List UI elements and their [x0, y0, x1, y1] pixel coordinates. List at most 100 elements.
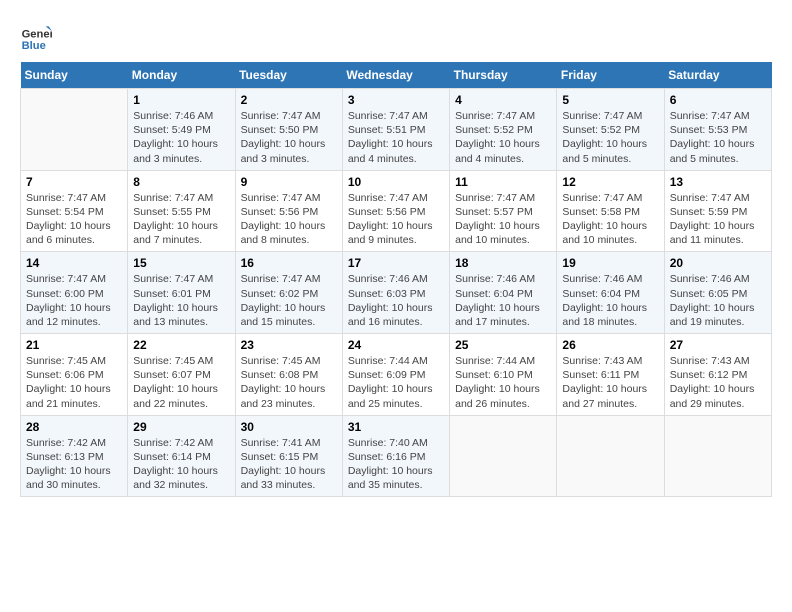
day-number: 21	[26, 338, 122, 352]
calendar-cell: 29 Sunrise: 7:42 AM Sunset: 6:14 PM Dayli…	[128, 415, 235, 497]
calendar-cell: 14 Sunrise: 7:47 AM Sunset: 6:00 PM Dayli…	[21, 252, 128, 334]
day-info: Sunrise: 7:47 AM Sunset: 5:55 PM Dayligh…	[133, 191, 229, 248]
calendar-week-row: 21 Sunrise: 7:45 AM Sunset: 6:06 PM Dayli…	[21, 334, 772, 416]
day-number: 20	[670, 256, 766, 270]
calendar-cell: 4 Sunrise: 7:47 AM Sunset: 5:52 PM Daylig…	[450, 89, 557, 171]
calendar-cell: 10 Sunrise: 7:47 AM Sunset: 5:56 PM Dayli…	[342, 170, 449, 252]
day-number: 31	[348, 420, 444, 434]
day-number: 6	[670, 93, 766, 107]
calendar-cell: 2 Sunrise: 7:47 AM Sunset: 5:50 PM Daylig…	[235, 89, 342, 171]
weekday-header-row: SundayMondayTuesdayWednesdayThursdayFrid…	[21, 62, 772, 89]
day-number: 8	[133, 175, 229, 189]
calendar-cell: 25Sunrise: 7:44 AM Sunset: 6:10 PM Dayli…	[450, 334, 557, 416]
day-info: Sunrise: 7:42 AM Sunset: 6:13 PM Dayligh…	[26, 436, 122, 493]
day-number: 7	[26, 175, 122, 189]
day-number: 5	[562, 93, 658, 107]
weekday-header-sunday: Sunday	[21, 62, 128, 89]
day-number: 17	[348, 256, 444, 270]
day-number: 29	[133, 420, 229, 434]
calendar-cell: 15Sunrise: 7:47 AM Sunset: 6:01 PM Dayli…	[128, 252, 235, 334]
day-info: Sunrise: 7:45 AM Sunset: 6:07 PM Dayligh…	[133, 354, 229, 411]
calendar-cell: 23Sunrise: 7:45 AM Sunset: 6:08 PM Dayli…	[235, 334, 342, 416]
day-number: 19	[562, 256, 658, 270]
calendar-week-row: 14 Sunrise: 7:47 AM Sunset: 6:00 PM Dayli…	[21, 252, 772, 334]
day-info: Sunrise: 7:46 AM Sunset: 6:04 PM Dayligh…	[562, 272, 658, 329]
weekday-header-friday: Friday	[557, 62, 664, 89]
weekday-header-tuesday: Tuesday	[235, 62, 342, 89]
day-number: 12	[562, 175, 658, 189]
day-number: 9	[241, 175, 337, 189]
day-info: Sunrise: 7:47 AM Sunset: 5:56 PM Dayligh…	[241, 191, 337, 248]
calendar-week-row: 1 Sunrise: 7:46 AM Sunset: 5:49 PM Daylig…	[21, 89, 772, 171]
day-number: 30	[241, 420, 337, 434]
day-number: 1	[133, 93, 229, 107]
calendar-cell: 1 Sunrise: 7:46 AM Sunset: 5:49 PM Daylig…	[128, 89, 235, 171]
day-number: 16	[241, 256, 337, 270]
calendar-cell: 24 Sunrise: 7:44 AM Sunset: 6:09 PM Dayli…	[342, 334, 449, 416]
calendar-cell: 12 Sunrise: 7:47 AM Sunset: 5:58 PM Dayli…	[557, 170, 664, 252]
calendar-cell: 7 Sunrise: 7:47 AM Sunset: 5:54 PM Daylig…	[21, 170, 128, 252]
day-info: Sunrise: 7:47 AM Sunset: 6:00 PM Dayligh…	[26, 272, 122, 329]
logo-icon: General Blue	[20, 20, 52, 52]
day-info: Sunrise: 7:42 AM Sunset: 6:14 PM Dayligh…	[133, 436, 229, 493]
day-info: Sunrise: 7:45 AM Sunset: 6:06 PM Dayligh…	[26, 354, 122, 411]
calendar-cell: 13Sunrise: 7:47 AM Sunset: 5:59 PM Dayli…	[664, 170, 771, 252]
day-info: Sunrise: 7:47 AM Sunset: 5:56 PM Dayligh…	[348, 191, 444, 248]
day-number: 13	[670, 175, 766, 189]
weekday-header-wednesday: Wednesday	[342, 62, 449, 89]
day-info: Sunrise: 7:41 AM Sunset: 6:15 PM Dayligh…	[241, 436, 337, 493]
day-info: Sunrise: 7:46 AM Sunset: 5:49 PM Dayligh…	[133, 109, 229, 166]
day-info: Sunrise: 7:47 AM Sunset: 5:58 PM Dayligh…	[562, 191, 658, 248]
calendar-week-row: 28Sunrise: 7:42 AM Sunset: 6:13 PM Dayli…	[21, 415, 772, 497]
day-info: Sunrise: 7:47 AM Sunset: 5:57 PM Dayligh…	[455, 191, 551, 248]
calendar-cell: 22 Sunrise: 7:45 AM Sunset: 6:07 PM Dayli…	[128, 334, 235, 416]
day-info: Sunrise: 7:47 AM Sunset: 5:51 PM Dayligh…	[348, 109, 444, 166]
calendar-cell	[450, 415, 557, 497]
day-info: Sunrise: 7:47 AM Sunset: 5:53 PM Dayligh…	[670, 109, 766, 166]
calendar-cell: 26Sunrise: 7:43 AM Sunset: 6:11 PM Dayli…	[557, 334, 664, 416]
calendar-cell: 5 Sunrise: 7:47 AM Sunset: 5:52 PM Daylig…	[557, 89, 664, 171]
day-number: 27	[670, 338, 766, 352]
day-info: Sunrise: 7:43 AM Sunset: 6:12 PM Dayligh…	[670, 354, 766, 411]
calendar-cell: 18Sunrise: 7:46 AM Sunset: 6:04 PM Dayli…	[450, 252, 557, 334]
svg-text:General: General	[22, 29, 52, 41]
calendar-cell: 17 Sunrise: 7:46 AM Sunset: 6:03 PM Dayli…	[342, 252, 449, 334]
calendar-cell: 11Sunrise: 7:47 AM Sunset: 5:57 PM Dayli…	[450, 170, 557, 252]
day-info: Sunrise: 7:40 AM Sunset: 6:16 PM Dayligh…	[348, 436, 444, 493]
day-number: 2	[241, 93, 337, 107]
day-info: Sunrise: 7:45 AM Sunset: 6:08 PM Dayligh…	[241, 354, 337, 411]
weekday-header-monday: Monday	[128, 62, 235, 89]
day-info: Sunrise: 7:47 AM Sunset: 6:02 PM Dayligh…	[241, 272, 337, 329]
weekday-header-saturday: Saturday	[664, 62, 771, 89]
day-number: 10	[348, 175, 444, 189]
day-info: Sunrise: 7:47 AM Sunset: 5:52 PM Dayligh…	[562, 109, 658, 166]
calendar-cell: 8 Sunrise: 7:47 AM Sunset: 5:55 PM Daylig…	[128, 170, 235, 252]
calendar-cell: 9 Sunrise: 7:47 AM Sunset: 5:56 PM Daylig…	[235, 170, 342, 252]
calendar-cell	[557, 415, 664, 497]
day-number: 4	[455, 93, 551, 107]
calendar-cell: 31 Sunrise: 7:40 AM Sunset: 6:16 PM Dayli…	[342, 415, 449, 497]
day-number: 3	[348, 93, 444, 107]
day-info: Sunrise: 7:46 AM Sunset: 6:05 PM Dayligh…	[670, 272, 766, 329]
day-info: Sunrise: 7:44 AM Sunset: 6:09 PM Dayligh…	[348, 354, 444, 411]
day-number: 14	[26, 256, 122, 270]
day-number: 25	[455, 338, 551, 352]
day-info: Sunrise: 7:47 AM Sunset: 5:50 PM Dayligh…	[241, 109, 337, 166]
calendar-cell: 3 Sunrise: 7:47 AM Sunset: 5:51 PM Daylig…	[342, 89, 449, 171]
day-info: Sunrise: 7:46 AM Sunset: 6:04 PM Dayligh…	[455, 272, 551, 329]
calendar-cell: 20 Sunrise: 7:46 AM Sunset: 6:05 PM Dayli…	[664, 252, 771, 334]
calendar-cell: 21 Sunrise: 7:45 AM Sunset: 6:06 PM Dayli…	[21, 334, 128, 416]
day-number: 24	[348, 338, 444, 352]
day-info: Sunrise: 7:47 AM Sunset: 5:54 PM Dayligh…	[26, 191, 122, 248]
calendar-week-row: 7 Sunrise: 7:47 AM Sunset: 5:54 PM Daylig…	[21, 170, 772, 252]
svg-text:Blue: Blue	[22, 40, 46, 52]
logo: General Blue	[20, 20, 56, 52]
day-number: 22	[133, 338, 229, 352]
day-info: Sunrise: 7:46 AM Sunset: 6:03 PM Dayligh…	[348, 272, 444, 329]
day-info: Sunrise: 7:43 AM Sunset: 6:11 PM Dayligh…	[562, 354, 658, 411]
day-info: Sunrise: 7:47 AM Sunset: 5:52 PM Dayligh…	[455, 109, 551, 166]
day-info: Sunrise: 7:47 AM Sunset: 6:01 PM Dayligh…	[133, 272, 229, 329]
weekday-header-thursday: Thursday	[450, 62, 557, 89]
calendar-cell	[664, 415, 771, 497]
calendar-cell	[21, 89, 128, 171]
